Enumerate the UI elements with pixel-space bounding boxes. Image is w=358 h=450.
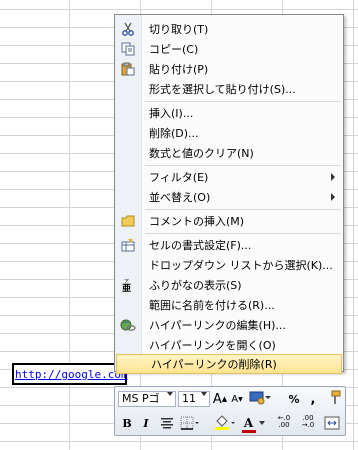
menu-item-insert[interactable]: 挿入(I)... [115, 103, 343, 123]
menu-item-open-hyperlink[interactable]: ハイパーリンクを開く(O) [115, 335, 343, 355]
submenu-arrow-icon [331, 173, 335, 181]
decrease-decimal-button[interactable]: .00 →.0 [299, 413, 317, 431]
accounting-format-icon [249, 391, 271, 405]
menu-item-copy[interactable]: コピー(C) [115, 39, 343, 59]
menu-item-label: 形式を選択して貼り付け(S)... [149, 83, 296, 96]
menu-item-filter[interactable]: フィルタ(E) [115, 167, 343, 187]
menu-item-cut[interactable]: 切り取り(T) [115, 19, 343, 39]
menu-item-label: 切り取り(T) [149, 23, 209, 36]
menu-separator [145, 101, 341, 102]
font-color-dropdown-icon [258, 421, 265, 425]
menu-item-insert-comment[interactable]: コメントの挿入(M) [115, 211, 343, 231]
paste-icon [115, 59, 141, 79]
menu-item-label: 貼り付け(P) [149, 63, 209, 76]
percent-style-button[interactable]: % [287, 390, 301, 408]
font-name-value: MS Pゴ [122, 392, 160, 405]
center-align-button[interactable] [159, 414, 175, 432]
menu-item-label: ハイパーリンクを開く(O) [149, 339, 276, 352]
menu-item-label: セルの書式設定(F)... [149, 239, 252, 252]
menu-item-define-name[interactable]: 範囲に名前を付ける(R)... [115, 295, 343, 315]
menu-item-label: 並べ替え(O) [149, 191, 211, 204]
format-painter-button[interactable] [325, 389, 343, 407]
menu-item-label: ハイパーリンクの削除(R) [151, 358, 277, 371]
menu-item-format-cells[interactable]: セルの書式設定(F)... [115, 235, 343, 255]
font-color-swatch [241, 430, 256, 433]
menu-item-label: 挿入(I)... [149, 107, 194, 120]
menu-item-sort[interactable]: 並べ替え(O) [115, 187, 343, 207]
comment-icon [115, 211, 141, 231]
hyperlink-cell-value[interactable]: http://google.com [15, 368, 128, 381]
fill-color-button[interactable] [213, 414, 237, 432]
scissors-icon [115, 19, 141, 39]
menu-item-pick-from-list[interactable]: ドロップダウン リストから選択(K)... [115, 255, 343, 275]
menu-separator [145, 209, 341, 210]
grow-font-button[interactable]: A ▲ [213, 390, 227, 408]
copy-icon [115, 39, 141, 59]
borders-icon [180, 416, 199, 430]
submenu-arrow-icon [331, 193, 335, 201]
furigana-icon: ア亜 [115, 275, 141, 295]
menu-item-delete[interactable]: 削除(D)... [115, 123, 343, 143]
menu-item-paste[interactable]: 貼り付け(P) [115, 59, 343, 79]
svg-text:亜: 亜 [122, 283, 131, 292]
menu-separator [145, 165, 341, 166]
font-color-button[interactable]: A [241, 414, 265, 433]
increase-decimal-button[interactable]: ←.0.00 [275, 413, 293, 431]
menu-item-label: ドロップダウン リストから選択(K)... [149, 259, 333, 272]
merge-center-button[interactable] [323, 414, 341, 432]
merge-center-icon [324, 416, 340, 430]
shrink-font-button[interactable]: A ▼ [230, 390, 244, 408]
menu-item-label: フィルタ(E) [149, 171, 209, 184]
menu-item-label: コピー(C) [149, 43, 199, 56]
context-menu: 切り取り(T) コピー(C) 貼り付け(P) 形式を選択して貼り付け(S)...… [114, 14, 344, 374]
format-painter-icon [331, 390, 341, 404]
comma-style-button[interactable]: , [308, 390, 318, 408]
menu-item-label: ハイパーリンクの編集(H)... [149, 319, 286, 332]
mini-toolbar: MS Pゴ 11 A ▲ A ▼ % , B I A ←.0 .00 .00 →… [114, 386, 346, 436]
menu-item-clear-contents[interactable]: 数式と値のクリア(N) [115, 143, 343, 163]
menu-item-paste-special[interactable]: 形式を選択して貼り付け(S)... [115, 79, 343, 99]
center-align-icon [161, 418, 173, 429]
menu-item-label: 範囲に名前を付ける(R)... [149, 299, 275, 312]
borders-button[interactable] [179, 414, 201, 432]
menu-item-label: 数式と値のクリア(N) [149, 147, 254, 160]
hyperlink-icon [115, 315, 141, 335]
bold-button[interactable]: B [120, 414, 134, 432]
italic-button[interactable]: I [139, 414, 153, 432]
font-name-dropdown-icon[interactable] [167, 392, 173, 396]
menu-item-edit-hyperlink[interactable]: ハイパーリンクの編集(H)... [115, 315, 343, 335]
accounting-format-button[interactable] [247, 389, 273, 407]
menu-item-label: 削除(D)... [149, 127, 199, 140]
menu-separator [145, 233, 341, 234]
menu-item-remove-hyperlink[interactable]: ハイパーリンクの削除(R) [116, 354, 342, 374]
menu-item-show-furigana[interactable]: ア亜 ふりがなの表示(S) [115, 275, 343, 295]
font-size-value: 11 [182, 392, 196, 405]
font-size-dropdown-icon[interactable] [201, 392, 207, 396]
format-cells-icon [115, 235, 141, 255]
menu-item-label: ふりがなの表示(S) [149, 279, 242, 292]
menu-item-label: コメントの挿入(M) [149, 215, 245, 228]
fill-color-icon [215, 415, 235, 430]
